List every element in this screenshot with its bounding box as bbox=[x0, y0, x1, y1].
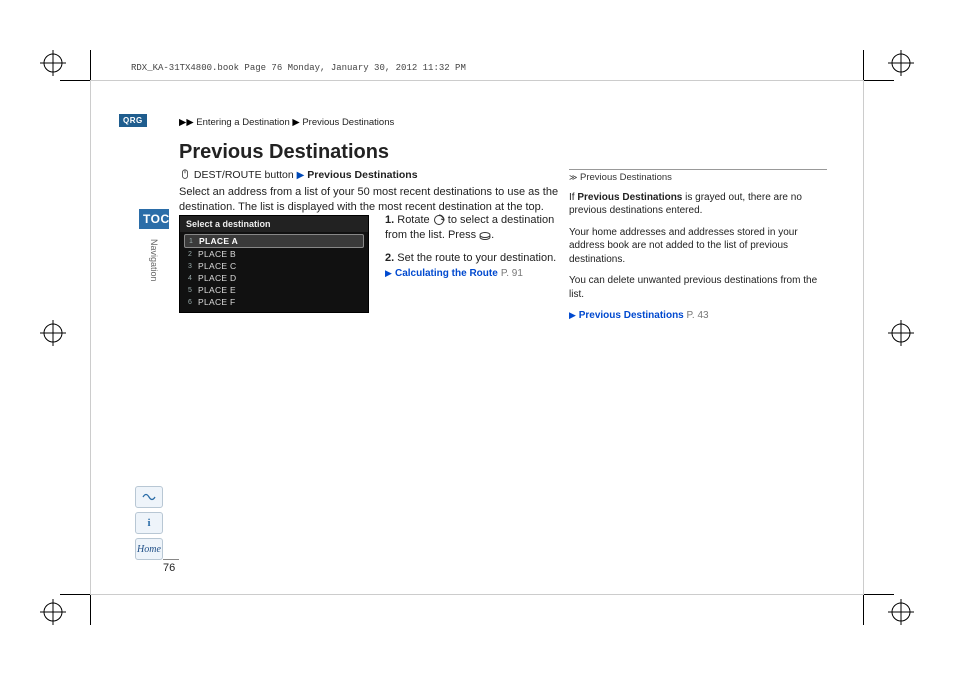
toc-button[interactable]: TOC bbox=[139, 209, 169, 229]
registration-mark bbox=[40, 50, 66, 76]
breadcrumb-item[interactable]: Previous Destinations bbox=[302, 117, 394, 128]
side-link-row: ▶ Previous Destinations P. 43 bbox=[569, 309, 827, 323]
row-label: PLACE A bbox=[199, 236, 238, 246]
triangle-icon: ▶ bbox=[186, 117, 193, 128]
step-number: 2. bbox=[385, 252, 394, 264]
qrg-badge[interactable]: QRG bbox=[119, 114, 147, 127]
side-title-text: Previous Destinations bbox=[580, 172, 672, 183]
footer-icon-rail: i Home bbox=[135, 486, 161, 564]
previous-destinations-link[interactable]: Previous Destinations bbox=[579, 310, 684, 321]
link-icon: ▶ bbox=[569, 310, 576, 320]
step-2: 2. Set the route to your destination. ▶ … bbox=[385, 251, 565, 281]
screenshot-title: Select a destination bbox=[180, 216, 368, 232]
registration-mark bbox=[40, 320, 66, 346]
section-label: Navigation bbox=[149, 239, 159, 282]
row-label: PLACE C bbox=[198, 261, 236, 271]
registration-mark bbox=[888, 320, 914, 346]
intro-text: Select an address from a list of your 50… bbox=[179, 185, 559, 215]
file-header: RDX_KA-31TX4800.book Page 76 Monday, Jan… bbox=[131, 63, 466, 73]
press-icon bbox=[479, 229, 491, 241]
row-label: PLACE F bbox=[198, 297, 236, 307]
registration-mark bbox=[888, 599, 914, 625]
row-number: 2 bbox=[188, 251, 198, 258]
note-icon: ≫ bbox=[569, 173, 577, 182]
step-text: Set the route to your destination. bbox=[397, 252, 556, 264]
list-item: 2PLACE B bbox=[184, 248, 364, 260]
triangle-icon: ▶ bbox=[292, 117, 299, 128]
breadcrumb-item[interactable]: Entering a Destination bbox=[196, 117, 289, 128]
row-number: 3 bbox=[188, 263, 198, 270]
row-label: PLACE E bbox=[198, 285, 236, 295]
page-frame: RDX_KA-31TX4800.book Page 76 Monday, Jan… bbox=[90, 80, 864, 595]
destination-list: 1PLACE A 2PLACE B 3PLACE C 4PLACE D 5PLA… bbox=[180, 232, 368, 312]
info-icon[interactable]: i bbox=[135, 512, 163, 534]
list-item: 4PLACE D bbox=[184, 272, 364, 284]
mouse-icon bbox=[179, 169, 191, 181]
side-paragraph: You can delete unwanted previous destina… bbox=[569, 274, 827, 301]
page-reference: P. 91 bbox=[501, 268, 523, 279]
calculating-route-link[interactable]: Calculating the Route bbox=[395, 268, 498, 279]
device-screenshot: Select a destination 1PLACE A 2PLACE B 3… bbox=[179, 215, 369, 313]
subheading: DEST/ROUTE button ▶ Previous Destination… bbox=[179, 169, 418, 181]
link-icon: ▶ bbox=[385, 268, 392, 278]
page-number: 76 bbox=[163, 559, 179, 574]
left-rail: TOC Navigation bbox=[139, 209, 169, 285]
breadcrumb: ▶▶ Entering a Destination ▶ Previous Des… bbox=[179, 117, 394, 128]
page-reference: P. 43 bbox=[687, 310, 709, 321]
side-column: ≫ Previous Destinations If Previous Dest… bbox=[569, 169, 827, 331]
voice-icon[interactable] bbox=[135, 486, 163, 508]
page-title: Previous Destinations bbox=[179, 141, 389, 164]
play-icon: ▶ bbox=[297, 170, 305, 181]
side-paragraph: If Previous Destinations is grayed out, … bbox=[569, 191, 827, 218]
subhead-post: Previous Destinations bbox=[307, 169, 417, 181]
step-text: Rotate bbox=[397, 214, 429, 226]
registration-mark bbox=[40, 599, 66, 625]
row-label: PLACE D bbox=[198, 273, 236, 283]
side-column-title: ≫ Previous Destinations bbox=[569, 169, 827, 185]
step-number: 1. bbox=[385, 214, 394, 226]
list-item: 5PLACE E bbox=[184, 284, 364, 296]
steps-column: 1. Rotate to select a destination from t… bbox=[385, 213, 565, 288]
list-item: 3PLACE C bbox=[184, 260, 364, 272]
row-number: 1 bbox=[189, 238, 199, 245]
row-number: 4 bbox=[188, 275, 198, 282]
home-icon[interactable]: Home bbox=[135, 538, 163, 560]
subhead-pre: DEST/ROUTE button bbox=[194, 169, 294, 181]
side-paragraph: Your home addresses and addresses stored… bbox=[569, 226, 827, 267]
row-number: 5 bbox=[188, 287, 198, 294]
list-item: 1PLACE A bbox=[184, 234, 364, 248]
registration-mark bbox=[888, 50, 914, 76]
list-item: 6PLACE F bbox=[184, 296, 364, 308]
step-text: . bbox=[491, 229, 494, 241]
dial-icon bbox=[433, 214, 445, 226]
row-number: 6 bbox=[188, 299, 198, 306]
step-1: 1. Rotate to select a destination from t… bbox=[385, 213, 565, 243]
row-label: PLACE B bbox=[198, 249, 236, 259]
